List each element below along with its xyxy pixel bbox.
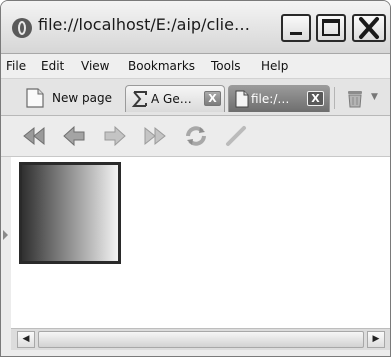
trash-icon[interactable] bbox=[345, 88, 365, 108]
tab-file[interactable]: file:/… X bbox=[228, 85, 330, 112]
sigma-icon bbox=[131, 91, 147, 107]
forward-arrow-icon[interactable] bbox=[102, 124, 128, 148]
document-icon bbox=[235, 90, 249, 108]
reload-icon[interactable] bbox=[183, 124, 209, 148]
chevron-down-icon[interactable]: ▼ bbox=[371, 92, 378, 102]
scroll-right-button[interactable]: ▶ bbox=[367, 331, 385, 348]
fast-forward-icon[interactable] bbox=[142, 124, 168, 148]
opera-logo-icon bbox=[12, 18, 32, 38]
tab-bar: New page A Ge… X file:/… X ▼ bbox=[1, 79, 390, 116]
panel-toggle-marker[interactable] bbox=[3, 230, 8, 240]
gradient-square bbox=[19, 162, 121, 264]
tab-label: file:/… bbox=[251, 92, 290, 106]
title-bar[interactable]: file://localhost/E:/aip/clie… bbox=[1, 1, 390, 54]
rewind-icon[interactable] bbox=[21, 124, 47, 148]
tab-a-ge[interactable]: A Ge… X bbox=[125, 85, 225, 112]
menu-bar: File Edit View Bookmarks Tools Help bbox=[1, 54, 390, 79]
tab-close-button[interactable]: X bbox=[204, 91, 221, 106]
maximize-icon bbox=[322, 19, 340, 36]
close-button[interactable] bbox=[352, 14, 386, 42]
close-icon bbox=[359, 17, 379, 39]
scroll-left-button[interactable]: ◀ bbox=[17, 331, 35, 348]
menu-edit[interactable]: Edit bbox=[41, 59, 64, 73]
maximize-button[interactable] bbox=[316, 14, 346, 42]
pencil-icon[interactable] bbox=[223, 124, 249, 148]
menu-tools[interactable]: Tools bbox=[211, 59, 241, 73]
menu-view[interactable]: View bbox=[81, 59, 109, 73]
back-arrow-icon[interactable] bbox=[61, 124, 87, 148]
tab-close-button[interactable]: X bbox=[307, 91, 324, 106]
minimize-button[interactable] bbox=[281, 14, 311, 42]
scrollbar-thumb[interactable] bbox=[38, 331, 364, 348]
new-page-label: New page bbox=[52, 91, 112, 105]
new-page-icon bbox=[26, 88, 44, 108]
browser-window: file://localhost/E:/aip/clie… File Edit … bbox=[0, 0, 391, 357]
menu-file[interactable]: File bbox=[6, 59, 26, 73]
page-content bbox=[11, 157, 390, 328]
minimize-icon bbox=[290, 32, 302, 35]
horizontal-scrollbar[interactable]: ◀ ▶ bbox=[11, 328, 390, 350]
window-title: file://localhost/E:/aip/clie… bbox=[38, 15, 250, 34]
menu-bookmarks[interactable]: Bookmarks bbox=[128, 59, 195, 73]
tab-label: A Ge… bbox=[151, 92, 192, 106]
tab-divider bbox=[334, 87, 335, 109]
navigation-toolbar bbox=[1, 116, 390, 157]
menu-help[interactable]: Help bbox=[261, 59, 288, 73]
